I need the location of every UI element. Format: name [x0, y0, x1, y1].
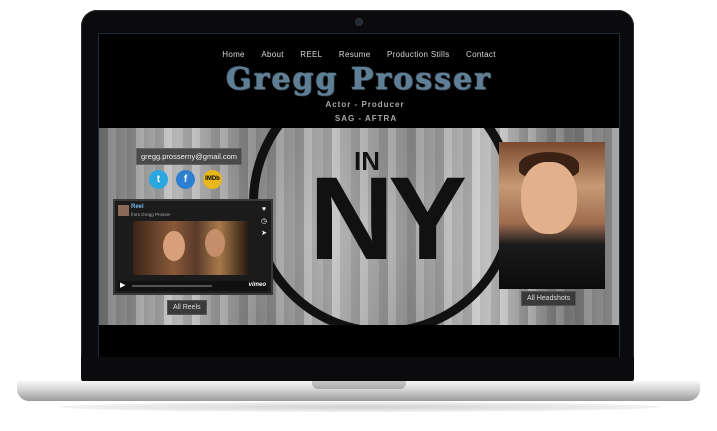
watch-later-icon[interactable]: ◷	[259, 216, 269, 228]
browser-screen: Home About REEL Resume Production Stills…	[98, 33, 620, 359]
face	[521, 162, 577, 234]
top-nav: Home About REEL Resume Production Stills…	[99, 50, 619, 59]
video-title[interactable]: Reel	[131, 204, 144, 210]
hero-ny-text: NY	[309, 153, 467, 285]
video-person	[205, 229, 225, 257]
hero-banner: IN NY gregg.prosserny@gmail.com t f IMDb…	[99, 128, 619, 325]
nav-reel[interactable]: REEL	[300, 50, 322, 59]
union-label: SAG - AFTRA	[334, 114, 398, 123]
imdb-icon[interactable]: IMDb	[203, 170, 222, 189]
player-side-actions: ♥ ◷ ➤	[259, 204, 269, 240]
play-icon[interactable]: ▶	[120, 281, 125, 289]
all-reels-button[interactable]: All Reels	[167, 300, 207, 315]
video-frame[interactable]	[133, 221, 248, 275]
video-player[interactable]: Reel from Gregg Prosser ♥ ◷ ➤ ▶ vimeo	[113, 199, 273, 295]
site-title: Gregg Prosser	[226, 62, 492, 97]
laptop-notch	[312, 381, 406, 389]
laptop-shadow	[60, 402, 660, 412]
nav-resume[interactable]: Resume	[339, 50, 371, 59]
author-avatar	[118, 205, 129, 216]
laptop-bezel-bottom	[81, 357, 634, 382]
all-headshots-button[interactable]: All Headshots	[521, 291, 577, 306]
video-person	[163, 231, 185, 261]
camera-icon	[356, 19, 362, 25]
facebook-icon[interactable]: f	[176, 170, 195, 189]
nav-contact[interactable]: Contact	[466, 50, 496, 59]
like-icon[interactable]: ♥	[259, 204, 269, 216]
twitter-icon[interactable]: t	[149, 170, 168, 189]
share-icon[interactable]: ➤	[259, 228, 269, 240]
site-subtitle: Actor - Producer	[325, 100, 405, 109]
vimeo-logo[interactable]: vimeo	[249, 282, 266, 288]
player-controls: ▶ vimeo	[118, 281, 268, 291]
headshot-photo[interactable]	[499, 142, 605, 289]
email-link[interactable]: gregg.prosserny@gmail.com	[136, 148, 242, 165]
nav-about[interactable]: About	[261, 50, 283, 59]
video-author[interactable]: from Gregg Prosser	[131, 212, 171, 217]
progress-track[interactable]	[132, 285, 212, 287]
nav-production-stills[interactable]: Production Stills	[387, 50, 449, 59]
nav-home[interactable]: Home	[222, 50, 245, 59]
